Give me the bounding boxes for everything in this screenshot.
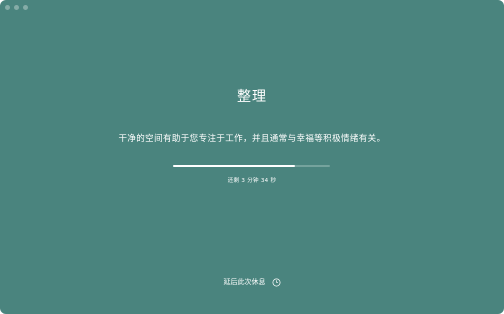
clock-icon [272, 278, 280, 286]
minimize-window-button[interactable] [14, 5, 19, 10]
break-title: 整理 [237, 89, 267, 105]
break-window: 整理 干净的空间有助于您专注于工作，并且通常与幸福等积极情绪有关。 还剩 3 分… [0, 0, 504, 314]
window-controls [5, 5, 28, 10]
snooze-label: 延后此次休息 [223, 278, 266, 286]
time-remaining: 还剩 3 分钟 34 秒 [227, 178, 277, 184]
break-message: 干净的空间有助于您专注于工作，并且通常与幸福等积极情绪有关。 [118, 134, 386, 144]
close-window-button[interactable] [5, 5, 10, 10]
break-progress-fill [173, 165, 296, 167]
zoom-window-button[interactable] [23, 5, 28, 10]
break-progress-bar [173, 165, 330, 167]
snooze-button[interactable]: 延后此次休息 [0, 277, 504, 287]
